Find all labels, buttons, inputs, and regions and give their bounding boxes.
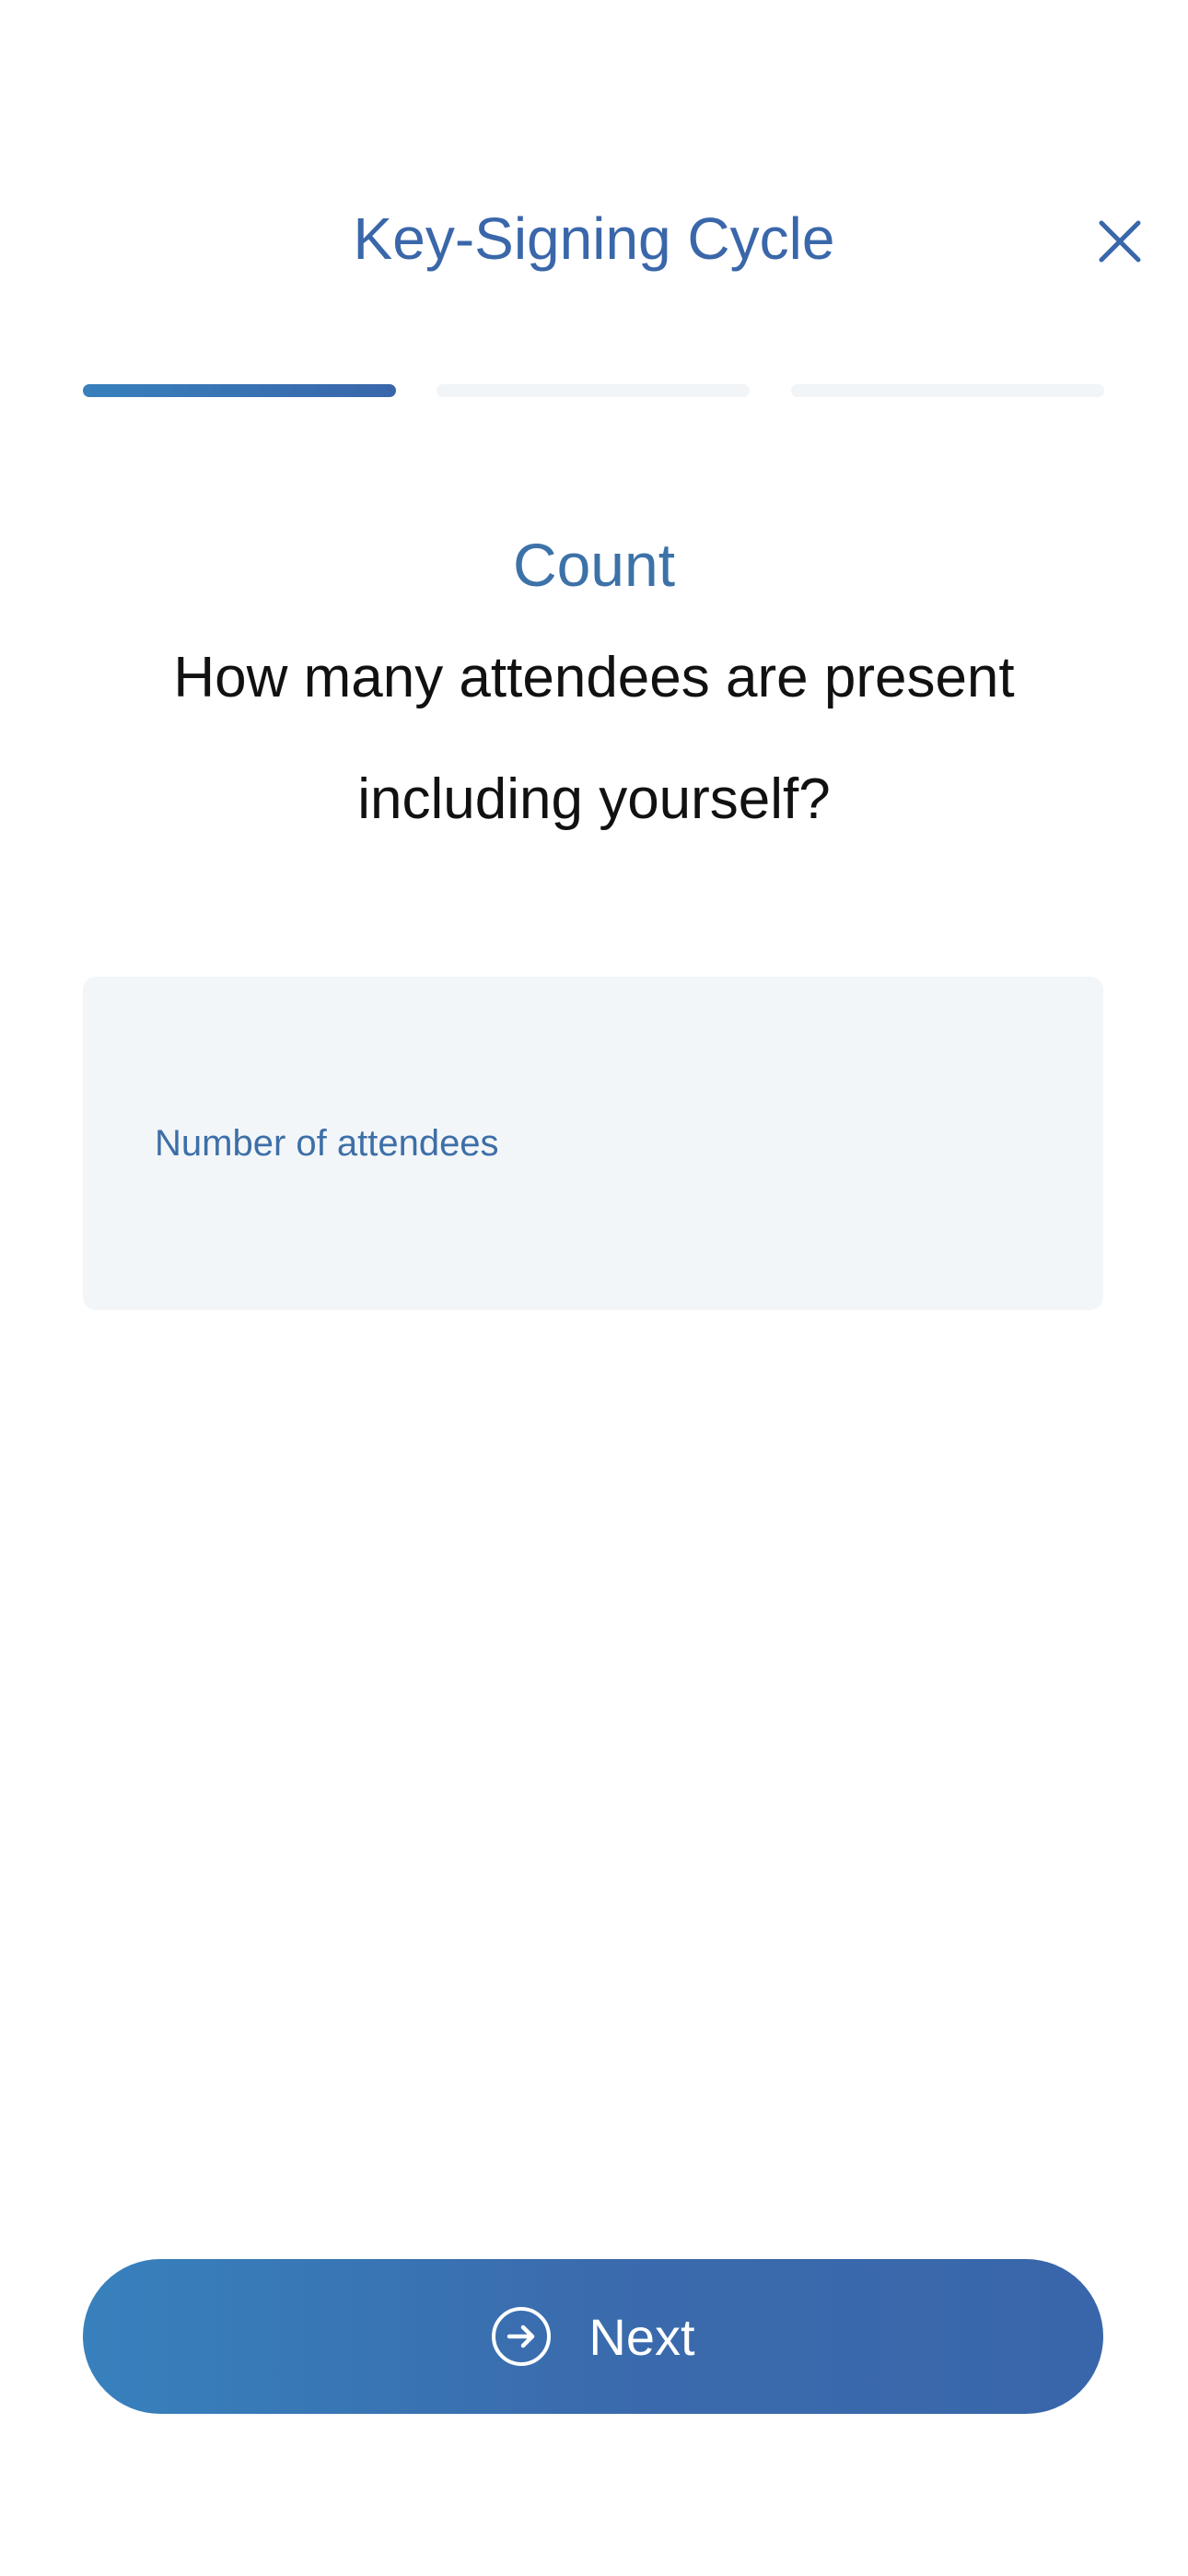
arrow-right-circle-icon — [492, 2307, 552, 2366]
section-heading: Count — [512, 531, 676, 599]
next-button[interactable]: Next — [83, 2259, 1103, 2414]
attendees-input[interactable] — [153, 1121, 1103, 1165]
close-icon — [1099, 220, 1141, 263]
progress-step-3 — [791, 384, 1104, 397]
close-button[interactable] — [1098, 219, 1142, 263]
progress-step-2 — [437, 384, 750, 397]
progress-step-1 — [83, 384, 396, 397]
attendees-field[interactable] — [83, 977, 1103, 1310]
next-button-label: Next — [588, 2307, 695, 2366]
question-text: How many attendees are present including… — [173, 646, 1015, 831]
page-title: Key-Signing Cycle — [353, 205, 835, 272]
